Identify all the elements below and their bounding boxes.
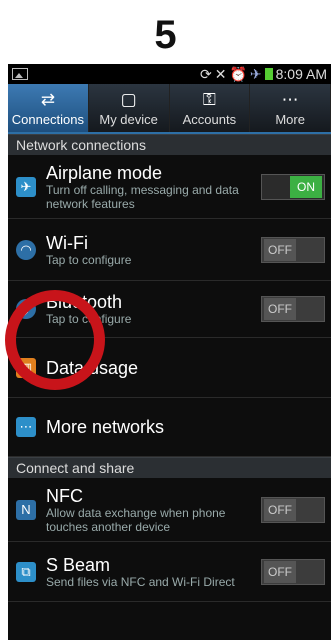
airplane-mode-subtitle: Turn off calling, messaging and data net… [46, 182, 239, 211]
s-beam-row[interactable]: ⧉ S Beam Send files via NFC and Wi-Fi Di… [8, 542, 331, 602]
accounts-icon: ⚿ [202, 89, 216, 109]
tab-my-device[interactable]: ▢ My device [89, 84, 170, 132]
tab-accounts[interactable]: ⚿ Accounts [170, 84, 251, 132]
nfc-row[interactable]: N NFC Allow data exchange when phone tou… [8, 478, 331, 542]
toggle-label: OFF [264, 238, 296, 261]
s-beam-subtitle: Send files via NFC and Wi-Fi Direct [46, 574, 235, 589]
more-networks-title: More networks [46, 417, 165, 437]
tab-more[interactable]: ⋯ More [250, 84, 331, 132]
my-device-icon: ▢ [120, 89, 137, 109]
section-connect-share: Connect and share [8, 457, 331, 478]
wifi-icon: ◠ [16, 239, 36, 260]
wifi-toggle[interactable]: OFF [261, 236, 325, 263]
signal-icon: ✈ [249, 65, 262, 82]
wifi-title: Wi-Fi [46, 232, 88, 253]
tab-label: My device [99, 111, 158, 127]
settings-tabs: ⇄ Connections ▢ My device ⚿ Accounts ⋯ M… [8, 84, 331, 134]
airplane-mode-toggle[interactable]: ON [261, 173, 325, 200]
airplane-mode-row[interactable]: ✈ Airplane mode Turn off calling, messag… [8, 155, 331, 219]
tab-label: Connections [11, 111, 85, 127]
nfc-subtitle: Allow data exchange when phone touches a… [46, 505, 226, 534]
mute-icon: ✕ [214, 65, 227, 82]
alarm-icon: ⏰ [229, 65, 247, 82]
sync-icon: ⟳ [199, 65, 212, 82]
airplane-mode-title: Airplane mode [46, 162, 163, 183]
toggle-label: OFF [264, 498, 296, 521]
s-beam-icon: ⧉ [16, 561, 36, 582]
status-time: 8:09 AM [275, 66, 327, 82]
tab-label: Accounts [182, 111, 237, 127]
s-beam-toggle[interactable]: OFF [261, 558, 325, 585]
nfc-toggle[interactable]: OFF [261, 496, 325, 523]
more-networks-row[interactable]: ⋯ More networks [8, 398, 331, 457]
highlight-circle [5, 290, 105, 390]
more-networks-icon: ⋯ [16, 417, 36, 437]
toggle-label: ON [290, 175, 322, 198]
bluetooth-toggle[interactable]: OFF [261, 296, 325, 322]
s-beam-title: S Beam [46, 554, 111, 575]
nfc-icon: N [16, 499, 36, 520]
toggle-label: OFF [264, 560, 296, 583]
step-number: 5 [154, 13, 177, 57]
toggle-label: OFF [264, 298, 296, 320]
more-icon: ⋯ [281, 89, 299, 109]
wifi-row[interactable]: ◠ Wi-Fi Tap to configure OFF [8, 219, 331, 281]
section-network-connections: Network connections [8, 134, 331, 155]
nfc-title: NFC [46, 485, 83, 506]
airplane-icon: ✈ [16, 176, 36, 197]
wifi-subtitle: Tap to configure [46, 252, 132, 267]
tab-label: More [275, 111, 305, 127]
battery-icon [264, 68, 273, 80]
connections-icon: ⇄ [40, 89, 55, 109]
tab-connections[interactable]: ⇄ Connections [8, 84, 89, 132]
status-bar: ⟳ ✕ ⏰ ✈ 8:09 AM [8, 64, 331, 84]
image-icon [12, 68, 28, 80]
